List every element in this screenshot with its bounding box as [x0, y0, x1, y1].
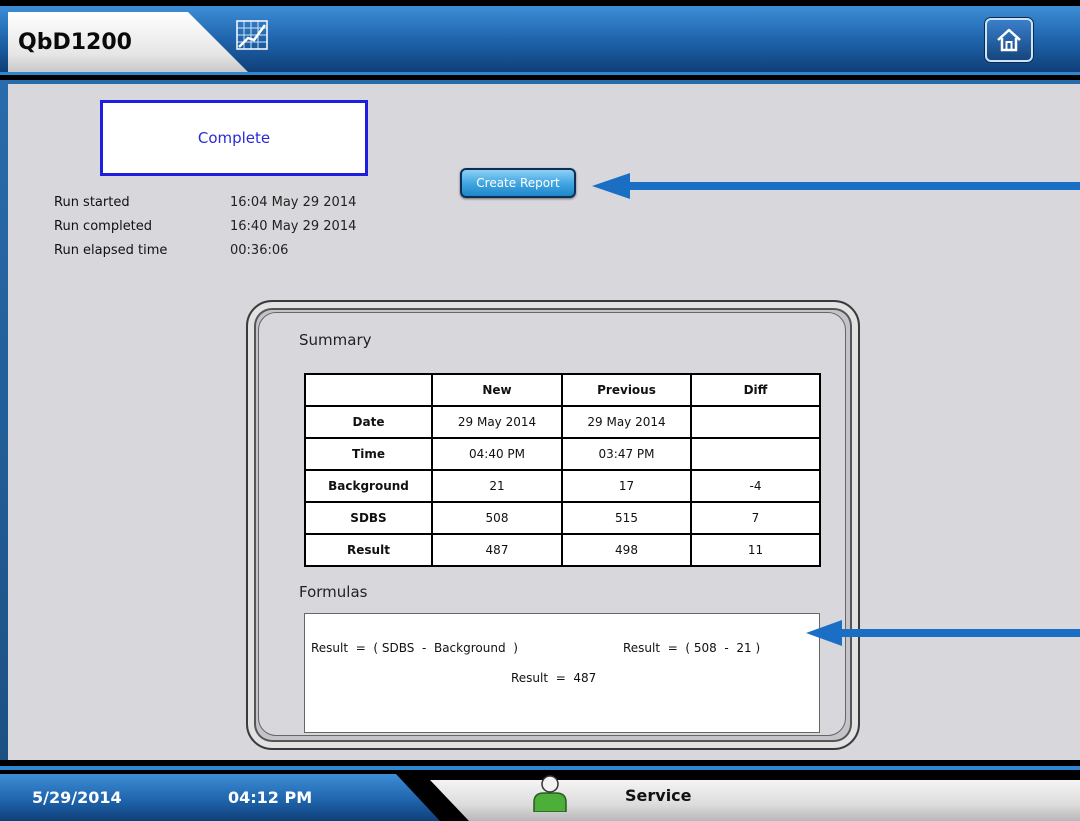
table-cell: 7 — [690, 501, 821, 535]
table-row: Time 04:40 PM 03:47 PM — [304, 437, 821, 471]
summary-panel: Summary New Previous Diff Date 29 May 20… — [246, 300, 860, 750]
user-icon[interactable] — [530, 774, 570, 812]
table-cell: 17 — [561, 469, 692, 503]
run-started-value: 16:04 May 29 2014 — [230, 195, 357, 210]
run-completed-value: 16:40 May 29 2014 — [230, 219, 357, 234]
table-cell — [690, 405, 821, 439]
main-content: Complete Run started 16:04 May 29 2014 R… — [8, 84, 1080, 760]
run-elapsed-value: 00:36:06 — [230, 243, 289, 258]
table-row: Date 29 May 2014 29 May 2014 — [304, 405, 821, 439]
table-cell: 11 — [690, 533, 821, 567]
title-bar: QbD1200 — [0, 0, 1080, 80]
table-cell: 487 — [431, 533, 563, 567]
footer-date: 5/29/2014 — [32, 788, 122, 807]
formulas-box: Result = ( SDBS - Background ) Result = … — [304, 613, 820, 733]
table-cell: 508 — [431, 501, 563, 535]
formula-text: Result = ( SDBS - Background ) — [311, 641, 518, 655]
mode-label: Service — [625, 786, 692, 805]
table-cell: 21 — [431, 469, 563, 503]
home-button[interactable] — [985, 18, 1033, 62]
status-bar: 5/29/2014 04:12 PM Service — [0, 760, 1080, 821]
table-header — [304, 373, 433, 407]
status-label: Complete — [197, 129, 271, 147]
run-started-label: Run started — [54, 195, 130, 210]
table-cell: 04:40 PM — [431, 437, 563, 471]
table-header: New — [431, 373, 563, 407]
formula-values: Result = ( 508 - 21 ) — [623, 641, 761, 655]
home-icon — [997, 28, 1021, 52]
table-header-row: New Previous Diff — [304, 373, 821, 407]
table-header: Diff — [690, 373, 821, 407]
arrow-icon — [806, 620, 1080, 646]
table-cell: 498 — [561, 533, 692, 567]
row-label: SDBS — [304, 501, 433, 535]
row-label: Result — [304, 533, 433, 567]
row-label: Background — [304, 469, 433, 503]
table-cell: -4 — [690, 469, 821, 503]
table-cell: 29 May 2014 — [431, 405, 563, 439]
run-elapsed-label: Run elapsed time — [54, 243, 168, 258]
formula-result: Result = 487 — [511, 671, 597, 685]
table-cell: 03:47 PM — [561, 437, 692, 471]
row-label: Time — [304, 437, 433, 471]
row-label: Date — [304, 405, 433, 439]
summary-title: Summary — [299, 331, 372, 349]
create-report-button[interactable]: Create Report — [460, 168, 576, 198]
table-cell: 29 May 2014 — [561, 405, 692, 439]
table-header: Previous — [561, 373, 692, 407]
table-row: Background 21 17 -4 — [304, 469, 821, 503]
table-cell — [690, 437, 821, 471]
chart-icon[interactable] — [236, 20, 268, 50]
table-row: Result 487 498 11 — [304, 533, 821, 567]
app-title: QbD1200 — [18, 30, 132, 55]
table-cell: 515 — [561, 501, 692, 535]
arrow-icon — [592, 173, 1080, 199]
formulas-title: Formulas — [299, 583, 368, 601]
status-box: Complete — [100, 100, 368, 176]
summary-table: New Previous Diff Date 29 May 2014 29 Ma… — [304, 373, 821, 567]
app-window: QbD1200 Complete Run started 16:04 May 2… — [0, 0, 1080, 821]
table-row: SDBS 508 515 7 — [304, 501, 821, 535]
run-completed-label: Run completed — [54, 219, 153, 234]
footer-time: 04:12 PM — [228, 788, 313, 807]
